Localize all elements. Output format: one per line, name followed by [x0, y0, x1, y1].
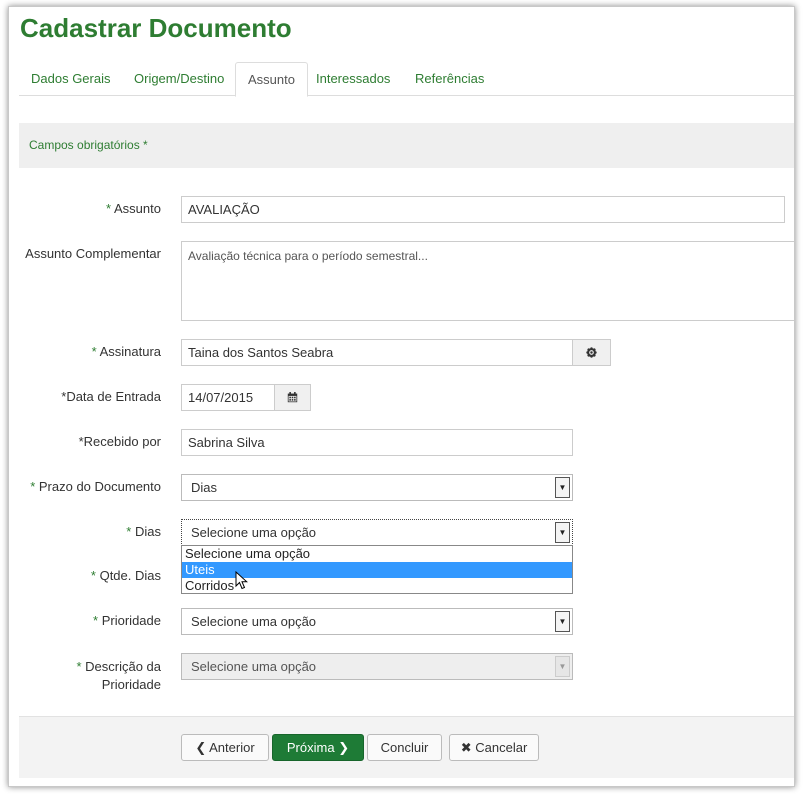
tab-interessados[interactable]: Interessados: [304, 62, 402, 96]
dias-select-value: Selecione uma opção: [191, 525, 317, 540]
proxima-button-label: Próxima: [286, 740, 335, 755]
cancelar-button-label: Cancelar: [475, 740, 528, 755]
close-icon: ✖: [460, 740, 472, 755]
prioridade-label: * Prioridade: [93, 613, 161, 628]
mouse-cursor-icon: [235, 571, 248, 590]
required-marker: *: [91, 344, 97, 359]
recebido-por-label: *Recebido por: [79, 434, 161, 449]
tab-bar: Dados Gerais Origem/Destino Assunto Inte…: [19, 62, 794, 97]
assunto-complementar-textarea[interactable]: Avaliação técnica para o período semestr…: [181, 241, 794, 321]
dias-label-text: Dias: [134, 524, 161, 539]
dias-select[interactable]: Selecione uma opção ▼: [181, 519, 573, 546]
cancelar-button[interactable]: ✖ Cancelar: [449, 734, 539, 761]
tab-assunto[interactable]: Assunto: [235, 62, 308, 97]
assunto-complementar-label: Assunto Complementar: [25, 246, 161, 261]
descricao-prioridade-select-value: Selecione uma opção: [191, 659, 317, 674]
anterior-button-label: Anterior: [209, 740, 255, 755]
required-marker: *: [106, 201, 112, 216]
prazo-select[interactable]: Dias ▼: [181, 474, 573, 501]
tab-origem-destino[interactable]: Origem/Destino: [122, 62, 236, 96]
assunto-input[interactable]: AVALIAÇÃO: [181, 196, 785, 223]
descricao-prioridade-label-line1: Descrição da: [85, 659, 161, 674]
chevron-down-icon: ▼: [555, 656, 570, 677]
data-entrada-label-text: Data de Entrada: [66, 389, 161, 404]
prazo-label-text: Prazo do Documento: [38, 479, 161, 494]
calendar-icon: [287, 392, 298, 403]
data-entrada-label: *Data de Entrada: [61, 389, 161, 404]
required-fields-banner: Campos obrigatórios *: [19, 123, 794, 168]
prazo-select-value: Dias: [191, 480, 218, 495]
chevron-down-icon: ▼: [555, 477, 570, 498]
required-marker: *: [90, 568, 96, 583]
proxima-button[interactable]: Próxima ❯: [272, 734, 364, 761]
descricao-prioridade-select: Selecione uma opção ▼: [181, 653, 573, 680]
data-entrada-input[interactable]: 14/07/2015: [181, 384, 275, 411]
required-marker: *: [30, 479, 36, 494]
recebido-por-label-text: Recebido por: [83, 434, 161, 449]
assinatura-input[interactable]: Taina dos Santos Seabra: [181, 339, 573, 366]
qtde-dias-label-text: Qtde. Dias: [99, 568, 161, 583]
chevron-left-icon: ❮: [195, 740, 207, 755]
recebido-por-input[interactable]: Sabrina Silva: [181, 429, 573, 456]
qtde-dias-label: * Qtde. Dias: [91, 568, 161, 583]
form-footer: ❮ Anterior Próxima ❯ Concluir ✖ Cancelar: [19, 716, 794, 778]
descricao-prioridade-label-line2: Prioridade: [101, 677, 161, 692]
required-marker: *: [126, 524, 132, 539]
prioridade-select-value: Selecione uma opção: [191, 614, 317, 629]
prioridade-label-text: Prioridade: [101, 613, 161, 628]
window: Cadastrar Documento Dados Gerais Origem/…: [8, 6, 795, 787]
concluir-button[interactable]: Concluir: [367, 734, 442, 761]
assinatura-label: * Assinatura: [92, 344, 161, 359]
anterior-button[interactable]: ❮ Anterior: [181, 734, 269, 761]
page-title: Cadastrar Documento: [20, 13, 292, 43]
chevron-down-icon: ▼: [555, 611, 570, 632]
dias-label: * Dias: [126, 524, 161, 539]
descricao-prioridade-label: * Descrição da Prioridade: [76, 658, 161, 694]
required-marker: *: [76, 659, 82, 674]
prioridade-select[interactable]: Selecione uma opção ▼: [181, 608, 573, 635]
dias-option[interactable]: Selecione uma opção: [182, 546, 572, 562]
chevron-down-icon: ▼: [555, 522, 570, 543]
tab-dados-gerais[interactable]: Dados Gerais: [19, 62, 122, 96]
prazo-label: * Prazo do Documento: [30, 479, 161, 494]
chevron-right-icon: ❯: [338, 740, 350, 755]
assunto-label: * Assunto: [106, 201, 161, 216]
assinatura-settings-button[interactable]: [572, 339, 611, 366]
required-marker: *: [93, 613, 99, 628]
gear-icon: [586, 347, 597, 358]
tab-referencias[interactable]: Referências: [403, 62, 496, 96]
assinatura-label-text: Assinatura: [99, 344, 161, 359]
date-picker-button[interactable]: [274, 384, 311, 411]
assunto-label-text: Assunto: [114, 201, 161, 216]
